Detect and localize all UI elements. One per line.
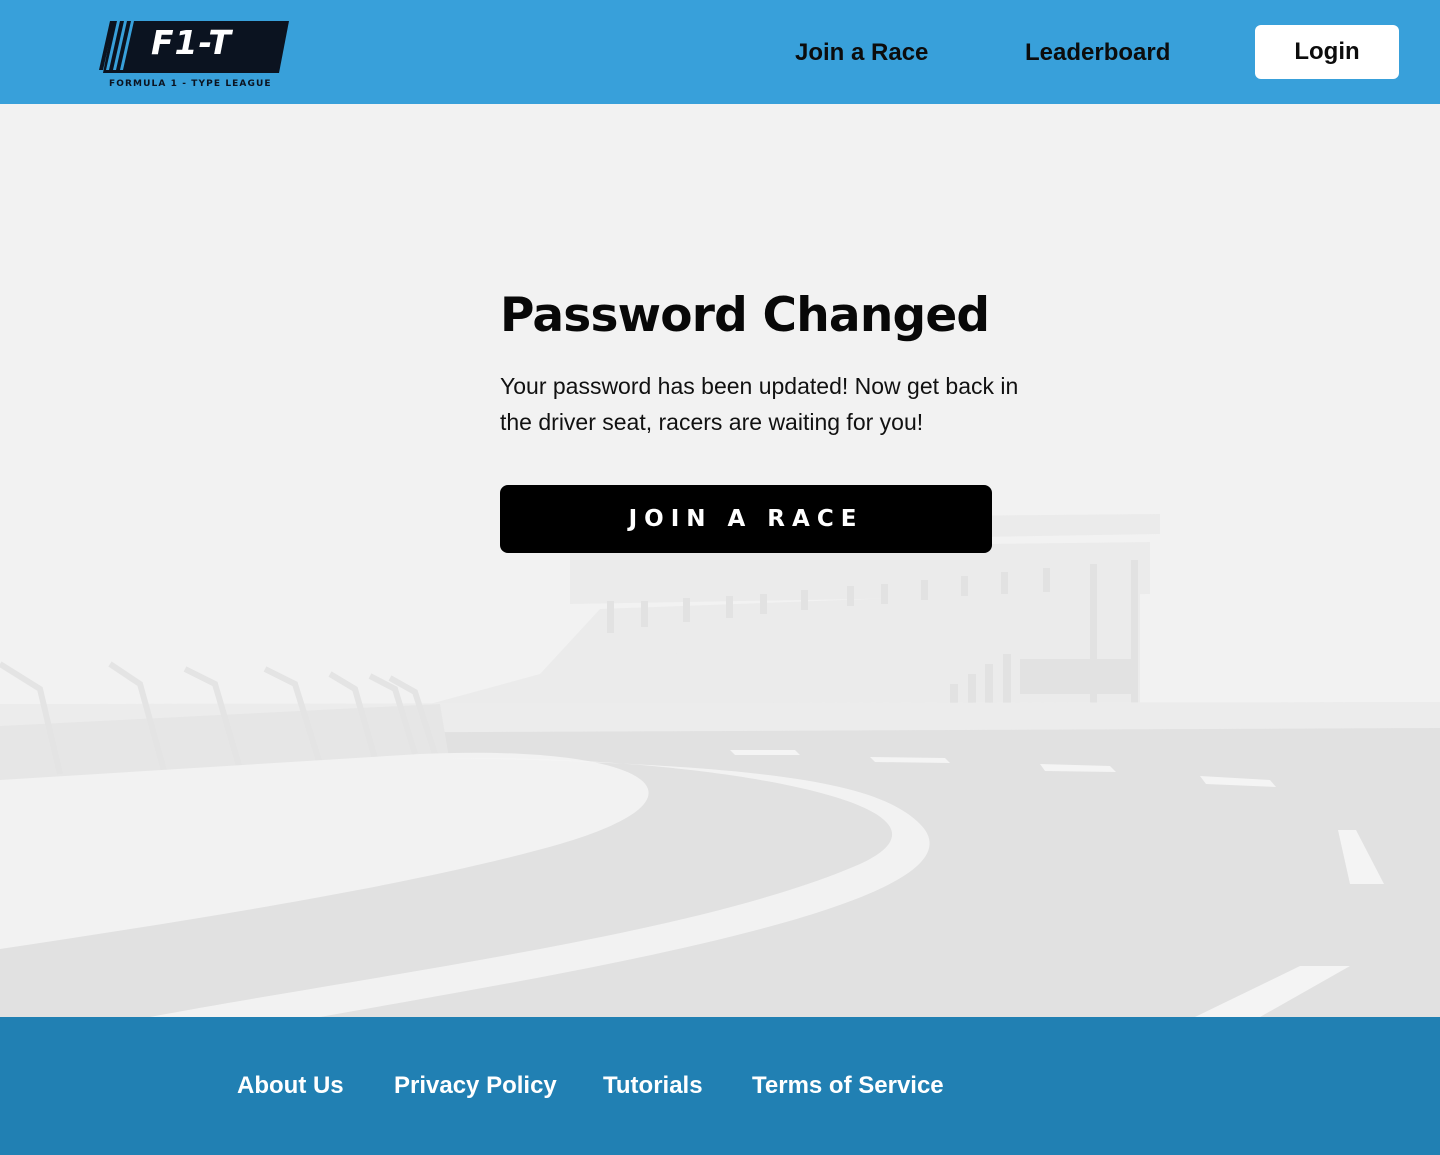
race-track-illustration <box>0 514 1440 1017</box>
password-changed-panel: Password Changed Your password has been … <box>500 288 1060 440</box>
site-footer: About Us Privacy Policy Tutorials Terms … <box>0 1017 1440 1155</box>
footer-about-link[interactable]: About Us <box>237 1070 344 1102</box>
logo-wordmark: F1-T <box>151 23 232 62</box>
confirmation-message: Your password has been updated! Now get … <box>500 373 1019 435</box>
logo-tagline: FORMULA 1 - TYPE LEAGUE <box>109 79 272 89</box>
page-title: Password Changed <box>500 288 990 343</box>
site-header: F1-T FORMULA 1 - TYPE LEAGUE Join a Race… <box>0 0 1440 104</box>
footer-tutorials-link[interactable]: Tutorials <box>603 1070 703 1102</box>
f1t-logo[interactable]: F1-T FORMULA 1 - TYPE LEAGUE <box>99 20 289 92</box>
page: F1-T FORMULA 1 - TYPE LEAGUE Join a Race… <box>0 0 1440 1155</box>
footer-privacy-link[interactable]: Privacy Policy <box>394 1070 557 1102</box>
footer-terms-link[interactable]: Terms of Service <box>752 1070 944 1102</box>
nav-leaderboard-link[interactable]: Leaderboard <box>1025 38 1170 68</box>
join-a-race-button[interactable]: JOIN A RACE <box>500 485 992 553</box>
login-button[interactable]: Login <box>1255 25 1399 79</box>
nav-join-race-link[interactable]: Join a Race <box>795 38 928 68</box>
